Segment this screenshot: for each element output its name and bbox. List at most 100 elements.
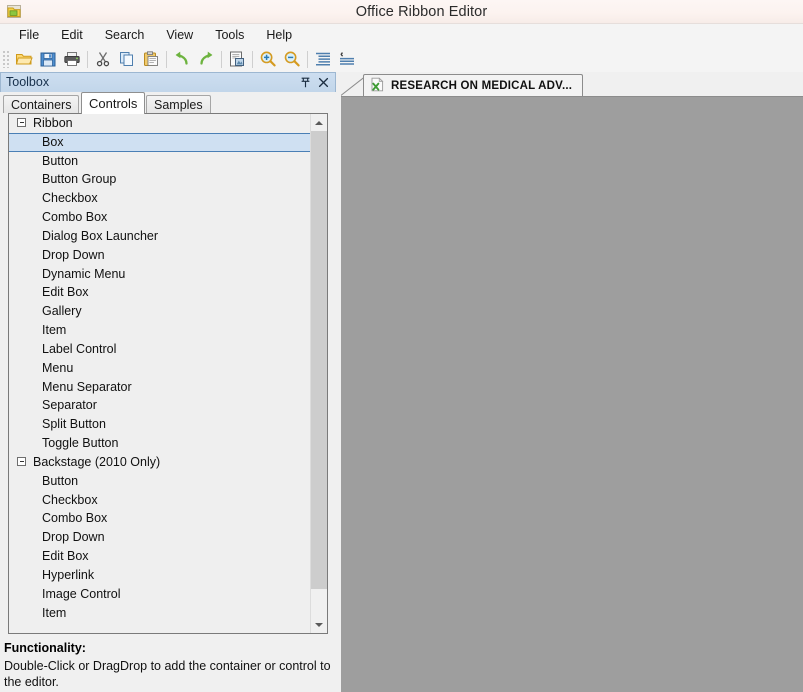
zoom-out-icon[interactable]	[280, 47, 304, 71]
functionality-title: Functionality:	[4, 640, 332, 656]
toolbar	[0, 46, 803, 72]
undo-icon[interactable]	[170, 47, 194, 71]
menu-item-edit[interactable]: Edit	[50, 25, 94, 46]
editor-area: RESEARCH ON MEDICAL ADV...	[341, 72, 803, 692]
tree-item-separator[interactable]: Separator	[9, 396, 311, 415]
tree-item-label: Checkbox	[42, 191, 98, 205]
redo-icon[interactable]	[194, 47, 218, 71]
tree-item-label: Item	[42, 606, 66, 620]
tree-item-combo-box[interactable]: Combo Box	[9, 509, 311, 528]
toolbar-separator	[221, 51, 222, 68]
controls-tree-panel: RibbonBoxButtonButton GroupCheckboxCombo…	[8, 113, 328, 634]
menu-item-file[interactable]: File	[8, 25, 50, 46]
tree-item-label: Gallery	[42, 304, 82, 318]
zoom-in-icon[interactable]	[256, 47, 280, 71]
document-tabstrip: RESEARCH ON MEDICAL ADV...	[341, 72, 803, 96]
close-icon[interactable]	[316, 75, 331, 90]
tab-samples[interactable]: Samples	[146, 95, 211, 113]
tree-item-drop-down[interactable]: Drop Down	[9, 246, 311, 265]
menu-item-tools[interactable]: Tools	[204, 25, 255, 46]
menu-item-search[interactable]: Search	[94, 25, 156, 46]
tree-item-label: Split Button	[42, 417, 106, 431]
tree-item-button[interactable]: Button	[9, 152, 311, 171]
toolbar-separator	[87, 51, 88, 68]
controls-tree[interactable]: RibbonBoxButtonButton GroupCheckboxCombo…	[9, 114, 311, 633]
tree-item-label: Button	[42, 474, 78, 488]
tree-item-label: Backstage (2010 Only)	[33, 455, 160, 469]
tree-group-backstage-2010-only[interactable]: Backstage (2010 Only)	[9, 453, 311, 472]
tree-item-label: Checkbox	[42, 493, 98, 507]
functionality-hint: Functionality: Double-Click or DragDrop …	[0, 640, 336, 690]
tree-item-label: Dynamic Menu	[42, 267, 125, 281]
pushpin-icon[interactable]	[298, 75, 313, 90]
copy-icon[interactable]	[115, 47, 139, 71]
preview-icon[interactable]	[225, 47, 249, 71]
tree-item-label: Drop Down	[42, 248, 105, 262]
tree-item-hyperlink[interactable]: Hyperlink	[9, 566, 311, 585]
tree-item-split-button[interactable]: Split Button	[9, 415, 311, 434]
paste-icon[interactable]	[139, 47, 163, 71]
tree-item-label: Dialog Box Launcher	[42, 229, 158, 243]
tree-item-menu-separator[interactable]: Menu Separator	[9, 378, 311, 397]
tree-item-label: Button Group	[42, 172, 116, 186]
toolbox-panel: Toolbox Containers Controls Samples Ribb…	[0, 72, 336, 692]
tree-item-label-control[interactable]: Label Control	[9, 340, 311, 359]
editor-canvas[interactable]	[341, 96, 803, 692]
title-bar: Office Ribbon Editor	[0, 0, 803, 24]
tree-item-label: Label Control	[42, 342, 116, 356]
tree-item-item[interactable]: Item	[9, 604, 311, 623]
tree-item-button[interactable]: Button	[9, 472, 311, 491]
tree-item-edit-box[interactable]: Edit Box	[9, 283, 311, 302]
toolbox-tabstrip: Containers Controls Samples	[0, 92, 336, 113]
tree-item-label: Edit Box	[42, 285, 89, 299]
tree-item-dynamic-menu[interactable]: Dynamic Menu	[9, 265, 311, 284]
cut-icon[interactable]	[91, 47, 115, 71]
tree-item-label: Edit Box	[42, 549, 89, 563]
tree-item-label: Image Control	[42, 587, 121, 601]
scroll-up-icon[interactable]	[311, 114, 327, 131]
outdent-icon[interactable]	[335, 47, 359, 71]
tree-item-label: Separator	[42, 398, 97, 412]
tree-item-drop-down[interactable]: Drop Down	[9, 528, 311, 547]
tree-item-checkbox[interactable]: Checkbox	[9, 491, 311, 510]
document-tab[interactable]: RESEARCH ON MEDICAL ADV...	[363, 74, 583, 96]
menu-item-view[interactable]: View	[155, 25, 204, 46]
tree-item-label: Box	[42, 135, 64, 149]
tree-item-label: Menu Separator	[42, 380, 132, 394]
tree-item-menu[interactable]: Menu	[9, 359, 311, 378]
tree-group-ribbon[interactable]: Ribbon	[9, 114, 311, 133]
scrollbar-thumb[interactable]	[311, 131, 327, 589]
excel-document-icon	[370, 77, 385, 95]
open-icon[interactable]	[12, 47, 36, 71]
scroll-down-icon[interactable]	[311, 616, 327, 633]
collapse-icon[interactable]	[17, 118, 26, 127]
toolbox-header: Toolbox	[0, 72, 336, 92]
document-tab-label: RESEARCH ON MEDICAL ADV...	[391, 80, 572, 92]
application-window: Office Ribbon Editor File Edit Search Vi…	[0, 0, 803, 692]
toolbar-grip[interactable]	[2, 50, 10, 68]
tree-scrollbar[interactable]	[310, 114, 327, 633]
tree-item-combo-box[interactable]: Combo Box	[9, 208, 311, 227]
tree-item-box[interactable]: Box	[9, 133, 311, 152]
menu-item-help[interactable]: Help	[255, 25, 303, 46]
tree-item-edit-box[interactable]: Edit Box	[9, 547, 311, 566]
tree-item-toggle-button[interactable]: Toggle Button	[9, 434, 311, 453]
toolbar-separator	[252, 51, 253, 68]
tree-item-image-control[interactable]: Image Control	[9, 585, 311, 604]
functionality-text: Double-Click or DragDrop to add the cont…	[4, 658, 332, 690]
tree-item-dialog-box-launcher[interactable]: Dialog Box Launcher	[9, 227, 311, 246]
tree-item-checkbox[interactable]: Checkbox	[9, 189, 311, 208]
indent-icon[interactable]	[311, 47, 335, 71]
window-title: Office Ribbon Editor	[0, 0, 803, 24]
toolbar-separator	[166, 51, 167, 68]
collapse-icon[interactable]	[17, 457, 26, 466]
print-icon[interactable]	[60, 47, 84, 71]
tree-item-gallery[interactable]: Gallery	[9, 302, 311, 321]
tree-item-button-group[interactable]: Button Group	[9, 170, 311, 189]
save-icon[interactable]	[36, 47, 60, 71]
tab-controls[interactable]: Controls	[81, 92, 145, 114]
tree-item-label: Toggle Button	[42, 436, 118, 450]
tree-item-item[interactable]: Item	[9, 321, 311, 340]
tab-containers[interactable]: Containers	[3, 95, 79, 113]
tree-item-label: Hyperlink	[42, 568, 94, 582]
